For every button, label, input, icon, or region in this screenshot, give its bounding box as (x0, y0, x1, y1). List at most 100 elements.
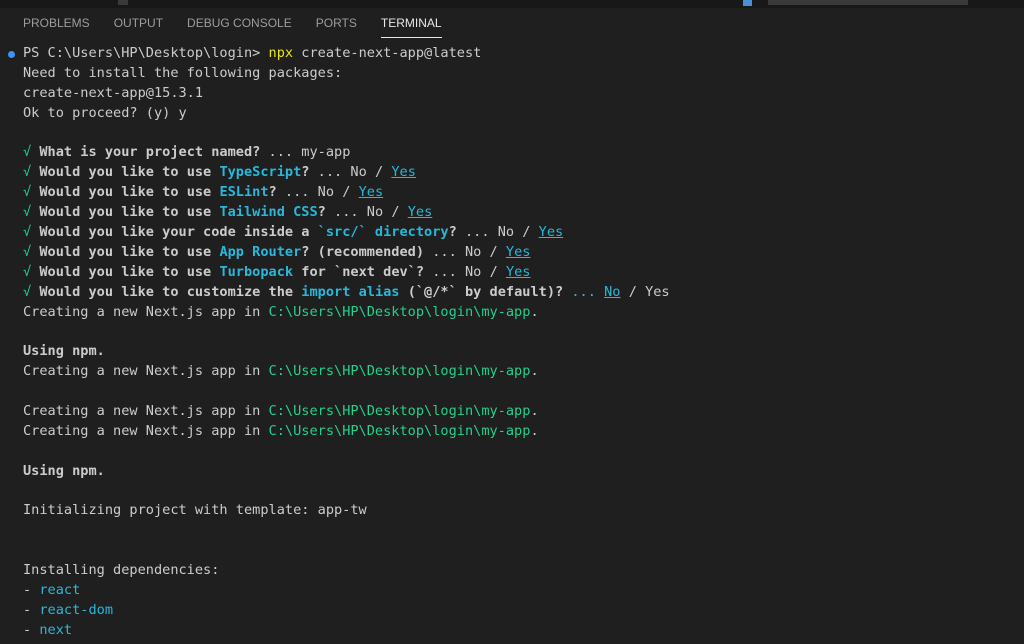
separator: / (342, 184, 351, 201)
creating-text: Creating a new Next.js app in (23, 363, 261, 380)
ellipsis: ... (432, 243, 457, 260)
tab-problems[interactable]: PROBLEMS (0, 8, 102, 38)
ellipsis: ... (432, 263, 457, 280)
prompt-text: PS C:\Users\HP\Desktop\login> (23, 45, 261, 61)
check-icon: √ (23, 283, 32, 300)
terminal-line: √ Would you like to use Tailwind CSS? ..… (0, 203, 1024, 223)
init-template-text: Initializing project with template: app-… (23, 502, 367, 519)
prompt-question: What is your project named? (39, 144, 261, 161)
option-app-router: App Router (219, 243, 302, 260)
terminal-line: Creating a new Next.js app in C:\Users\H… (0, 362, 1024, 382)
option-import-alias: import alias (301, 283, 400, 300)
terminal-line: √ Would you like to use App Router? (rec… (0, 243, 1024, 263)
period: . (530, 403, 539, 420)
terminal-line: Creating a new Next.js app in C:\Users\H… (0, 422, 1024, 442)
proceed-answer: y (178, 104, 187, 121)
terminal-line: create-next-app@15.3.1 (0, 84, 1024, 104)
terminal-line: Installing dependencies: (0, 561, 1024, 581)
app-path: C:\Users\HP\Desktop\login\my-app (268, 403, 531, 420)
list-dash: - (23, 582, 32, 599)
answer-no: No (497, 224, 515, 241)
command-name: npx (268, 45, 294, 61)
separator: / (489, 243, 498, 260)
editor-top-edge (0, 0, 1024, 8)
creating-text: Creating a new Next.js app in (23, 303, 261, 320)
list-dash: - (23, 601, 32, 618)
terminal-line: Creating a new Next.js app in C:\Users\H… (0, 402, 1024, 422)
dependency-item: react (39, 582, 81, 599)
terminal-output[interactable]: PS C:\Users\HP\Desktop\login> npx create… (0, 44, 1024, 644)
check-icon: √ (23, 243, 32, 260)
separator: / (489, 263, 498, 280)
prompt-question: Would you like to use (39, 263, 212, 280)
prompt-question: Would you like to use (39, 204, 212, 221)
terminal-line: √ Would you like to use TypeScript? ... … (0, 163, 1024, 183)
deps-header: Installing dependencies: (23, 562, 220, 579)
check-icon: √ (23, 204, 32, 221)
question-mark: ? (268, 184, 277, 201)
prompt-question-tail: (`@/*` by default)? (407, 283, 564, 300)
answer-no: No (464, 243, 482, 260)
question-mark: ? (448, 224, 457, 241)
answer-yes-selected: Yes (391, 164, 416, 181)
terminal-line: √ Would you like to customize the import… (0, 283, 1024, 303)
tab-terminal[interactable]: TERMINAL (369, 8, 454, 38)
prompt-question: Would you like to use (39, 184, 212, 201)
period: . (530, 363, 539, 380)
separator: / (522, 224, 531, 241)
app-path: C:\Users\HP\Desktop\login\my-app (268, 422, 531, 439)
tab-output[interactable]: OUTPUT (102, 8, 175, 38)
period: . (530, 303, 539, 320)
editor-fragment (768, 0, 968, 5)
terminal-line: Ok to proceed? (y) y (0, 104, 1024, 124)
answer-yes-selected: Yes (505, 263, 531, 280)
dependency-item: next (39, 621, 73, 638)
command-args: create-next-app@latest (301, 45, 482, 61)
answer-no: No (350, 164, 367, 181)
dependency-item: react-dom (39, 601, 114, 618)
check-icon: √ (23, 263, 32, 280)
answer-yes-selected: Yes (358, 184, 384, 201)
creating-text: Creating a new Next.js app in (23, 422, 261, 439)
ellipsis: ... (268, 144, 294, 161)
tab-ports[interactable]: PORTS (304, 8, 369, 38)
ellipsis: ... (571, 283, 596, 300)
using-npm: Using npm. (23, 343, 105, 360)
ellipsis: ... (284, 184, 310, 201)
app-path: C:\Users\HP\Desktop\login\my-app (268, 303, 531, 320)
check-icon: √ (23, 144, 32, 161)
terminal-line: Using npm. (0, 462, 1024, 482)
answer-no: No (465, 263, 482, 280)
terminal-line: √ What is your project named? ... my-app (0, 143, 1024, 163)
proceed-question: Ok to proceed? (y) (23, 104, 171, 121)
check-icon: √ (23, 184, 32, 201)
terminal-line: Using npm. (0, 342, 1024, 362)
creating-text: Creating a new Next.js app in (23, 403, 261, 420)
install-header: Need to install the following packages: (23, 64, 343, 81)
answer-no: No (366, 204, 384, 221)
check-icon: √ (23, 224, 32, 241)
command-status-dot-icon[interactable] (8, 51, 15, 58)
question-mark: ? (317, 204, 326, 221)
answer-yes-selected: Yes (505, 243, 531, 260)
recommended-note: ? (recommended) (301, 243, 425, 260)
using-npm: Using npm. (23, 462, 105, 479)
terminal-line: Initializing project with template: app-… (0, 501, 1024, 521)
tab-debug-console[interactable]: DEBUG CONSOLE (175, 8, 304, 38)
terminal-line: Creating a new Next.js app in C:\Users\H… (0, 303, 1024, 323)
answer-yes-selected: Yes (407, 204, 433, 221)
prompt-question-tail: for `next dev`? (301, 263, 425, 280)
terminal-line: √ Would you like to use Turbopack for `n… (0, 263, 1024, 283)
terminal-line: √ Would you like to use ESLint? ... No /… (0, 183, 1024, 203)
option-src-directory: `src/` directory (317, 224, 449, 241)
separator: / (628, 283, 637, 300)
ellipsis: ... (334, 204, 359, 221)
editor-fragment (118, 0, 128, 5)
question-mark: ? (301, 164, 310, 181)
answer-no-selected: No (604, 283, 621, 300)
answer-no: No (317, 184, 335, 201)
